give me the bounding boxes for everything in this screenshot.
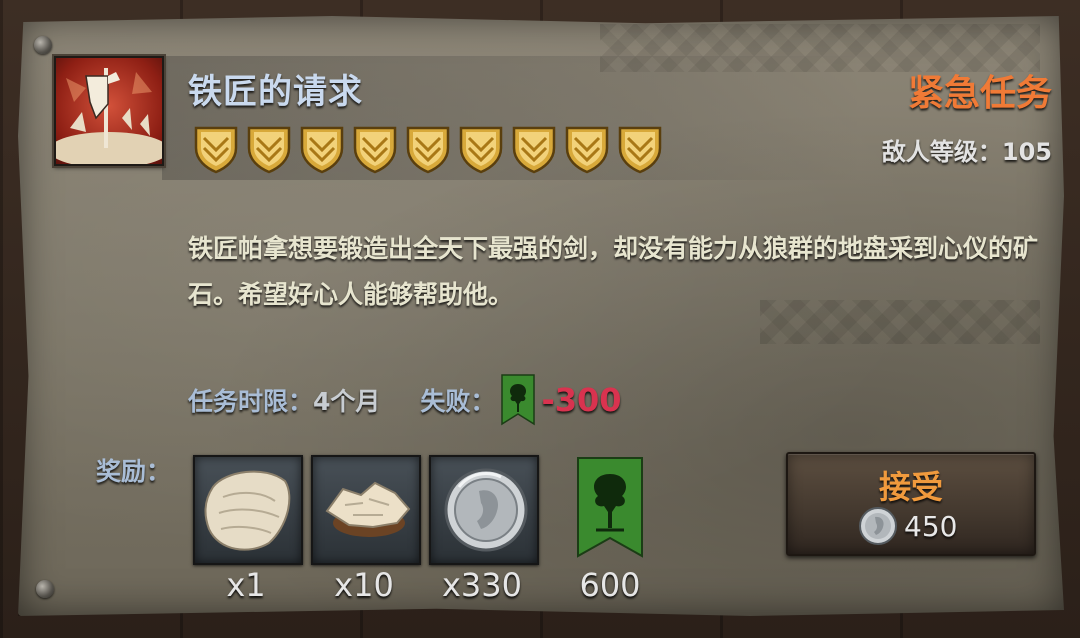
rivet-icon	[36, 580, 54, 598]
silver-coin-icon	[859, 507, 897, 545]
difficulty-shield-icon	[459, 126, 503, 174]
difficulty-shield-icon	[194, 126, 238, 174]
quest-banner-icon	[54, 56, 164, 166]
difficulty-shield-icon	[406, 126, 450, 174]
urgent-quest-label: 紧急任务	[907, 73, 1052, 114]
quest-conditions: 任务时限： 4个月 失败： -300	[188, 374, 622, 426]
quest-description: 铁匠帕拿想要锻造出全天下最强的剑，却没有能力从狼群的地盘采到心仪的矿石。希望好心…	[188, 234, 1039, 309]
faction-banner-icon[interactable]	[576, 456, 644, 560]
difficulty-rating	[192, 124, 664, 174]
quest-title: 铁匠的请求	[188, 72, 363, 112]
enemy-level: 敌人等级：105	[881, 138, 1052, 166]
reward-quantity: 600	[579, 566, 641, 604]
difficulty-shield-icon	[618, 126, 662, 174]
reward-slot-coins[interactable]	[429, 455, 539, 565]
reward-slot-scraps[interactable]	[311, 455, 421, 565]
faction-banner-icon	[501, 374, 536, 426]
fail-penalty: -300	[541, 381, 622, 419]
difficulty-shield-icon	[353, 126, 397, 174]
deadline-value: 4个月	[313, 387, 381, 416]
reward-quantity: x10	[334, 566, 394, 604]
fail-label: 失败：	[420, 387, 496, 416]
rivet-icon	[34, 36, 52, 54]
difficulty-shield-icon	[247, 126, 291, 174]
difficulty-shield-icon	[565, 126, 609, 174]
accept-label: 接受	[878, 468, 943, 506]
reward-quantity: x1	[226, 566, 266, 604]
difficulty-shield-icon	[300, 126, 344, 174]
accept-cost-value: 450	[904, 509, 958, 543]
difficulty-shield-icon	[512, 126, 556, 174]
reward-quantity: x330	[441, 566, 522, 604]
silver-coin-icon	[444, 468, 528, 552]
reward-label: 奖励：	[96, 457, 172, 486]
accept-cost: 450	[858, 506, 957, 546]
deadline-label: 任务时限：	[188, 387, 314, 416]
hide-scraps-icon	[325, 481, 411, 537]
accept-button[interactable]: 接受 450	[786, 452, 1036, 556]
reward-slot-pelt[interactable]	[193, 455, 303, 565]
hide-pelt-icon	[204, 470, 291, 551]
